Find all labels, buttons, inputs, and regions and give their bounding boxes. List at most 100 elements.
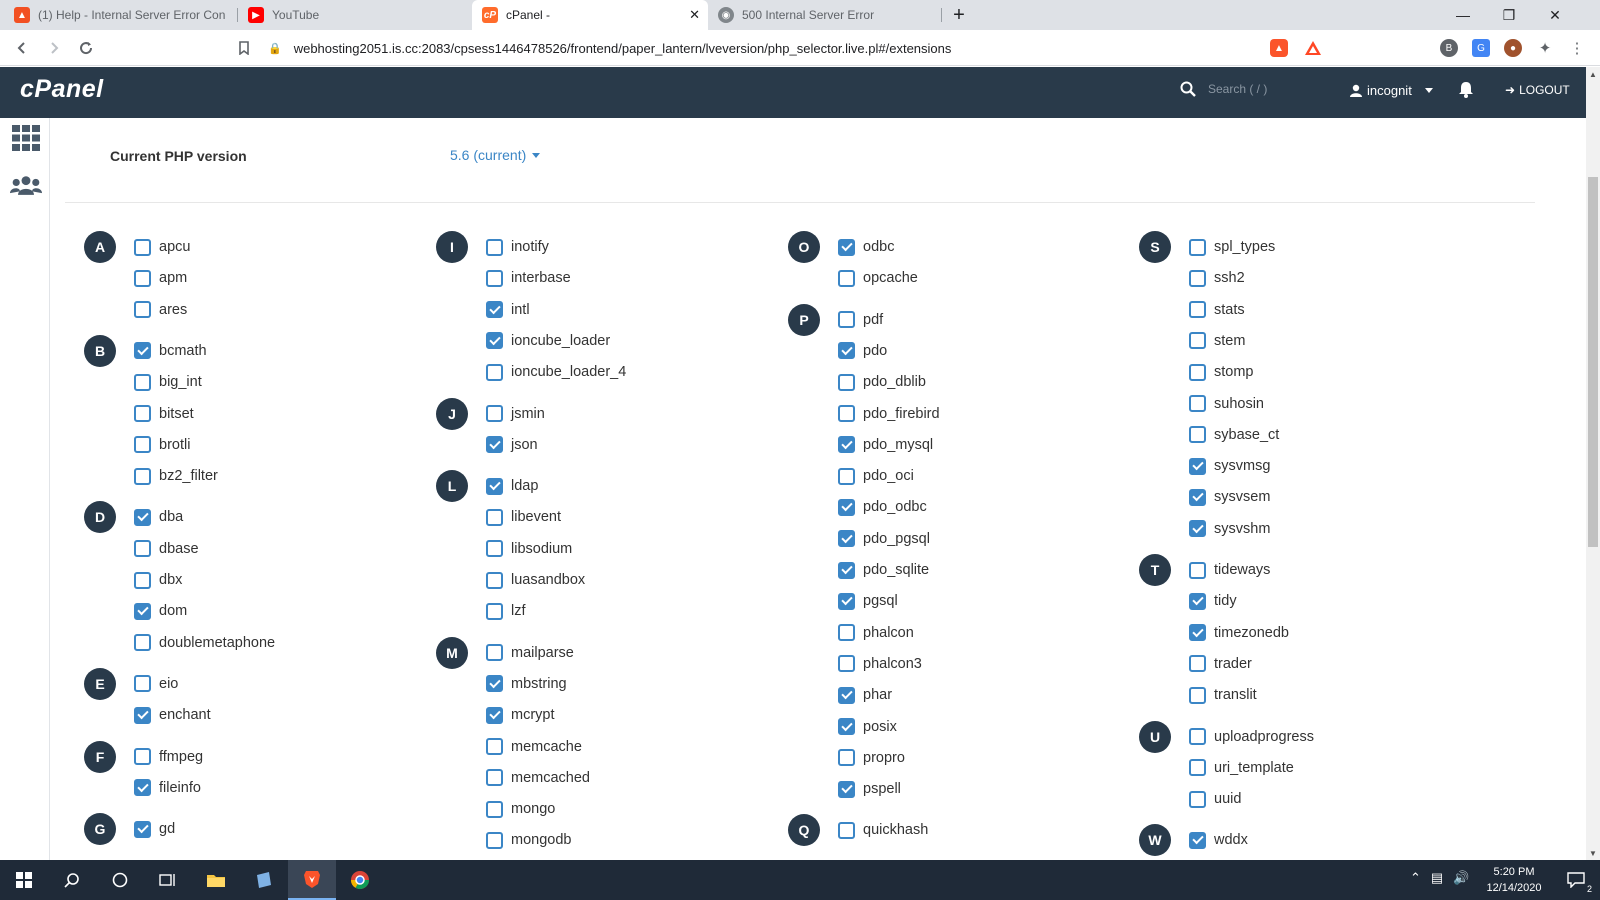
extension-checkbox[interactable] [1189, 831, 1206, 849]
extension-dbase[interactable]: dbase [134, 537, 199, 561]
extension-ssh2[interactable]: ssh2 [1189, 266, 1245, 290]
translate-icon[interactable]: G [1472, 39, 1490, 57]
new-tab-button[interactable]: + [936, 0, 982, 30]
extension-checkbox[interactable] [838, 780, 855, 798]
extension-checkbox[interactable] [486, 800, 503, 818]
extension-checkbox[interactable] [486, 831, 503, 849]
extension-propro[interactable]: propro [838, 746, 905, 770]
extension-sybase-ct[interactable]: sybase_ct [1189, 423, 1279, 447]
extension-sysvsem[interactable]: sysvsem [1189, 485, 1270, 509]
extension-libsodium[interactable]: libsodium [486, 537, 572, 561]
extension-phalcon3[interactable]: phalcon3 [838, 652, 922, 676]
extension-checkbox[interactable] [134, 748, 151, 765]
extension-checkbox[interactable] [486, 675, 503, 693]
tab-youtube[interactable]: ▶ YouTube [238, 0, 470, 30]
cortana-icon[interactable] [96, 860, 144, 900]
extension-checkbox[interactable] [838, 373, 855, 391]
extension-checkbox[interactable] [486, 301, 503, 319]
extension-quickhash[interactable]: quickhash [838, 818, 928, 842]
brave-browser-icon[interactable] [288, 860, 336, 900]
extension-big-int[interactable]: big_int [134, 370, 202, 394]
extension-checkbox[interactable] [1189, 269, 1206, 287]
extension-checkbox[interactable] [838, 655, 855, 673]
extension-checkbox[interactable] [134, 238, 151, 256]
extension-checkbox[interactable] [838, 311, 855, 329]
minimize-icon[interactable]: — [1440, 0, 1486, 30]
brave-shields-icon[interactable]: ▲ [1270, 39, 1288, 57]
cpanel-logo[interactable]: cPanel [20, 75, 104, 104]
extension-sysvmsg[interactable]: sysvmsg [1189, 454, 1270, 478]
extension-checkbox[interactable] [838, 269, 855, 287]
extension-checkbox[interactable] [1189, 426, 1206, 444]
close-icon[interactable]: ✕ [689, 7, 700, 23]
extension-checkbox[interactable] [1189, 238, 1206, 256]
extension-checkbox[interactable] [134, 301, 151, 319]
windows-start-icon[interactable] [0, 860, 48, 900]
forward-icon[interactable] [42, 36, 66, 60]
extension-checkbox[interactable] [1189, 686, 1206, 704]
extension-checkbox[interactable] [1189, 655, 1206, 673]
app-icon[interactable] [240, 860, 288, 900]
search-input[interactable] [1208, 82, 1328, 96]
network-icon[interactable]: ▤ [1431, 870, 1443, 886]
extension-checkbox[interactable] [134, 571, 151, 589]
puzzle-icon[interactable]: ✦ [1536, 39, 1554, 57]
maximize-icon[interactable]: ❐ [1486, 0, 1532, 30]
extension-libevent[interactable]: libevent [486, 505, 561, 529]
extension-checkbox[interactable] [1189, 759, 1206, 777]
extension-checkbox[interactable] [838, 821, 855, 839]
extension-pdo-dblib[interactable]: pdo_dblib [838, 370, 926, 394]
extension-checkbox[interactable] [486, 269, 503, 287]
task-view-icon[interactable] [144, 860, 192, 900]
users-icon[interactable] [10, 170, 42, 202]
extension-memcached[interactable]: memcached [486, 766, 590, 790]
extension-checkbox[interactable] [134, 269, 151, 287]
extension-checkbox[interactable] [486, 738, 503, 755]
tab-help[interactable]: ▲ (1) Help - Internal Server Error Conne [4, 0, 236, 30]
extension-opcache[interactable]: opcache [838, 266, 918, 290]
extension-enchant[interactable]: enchant [134, 703, 211, 727]
extension-ldap[interactable]: ldap [486, 474, 538, 498]
extension-fileinfo[interactable]: fileinfo [134, 776, 201, 800]
extension-tideways[interactable]: tideways [1189, 558, 1270, 582]
extension-stats[interactable]: stats [1189, 298, 1245, 322]
extension-checkbox[interactable] [134, 405, 151, 422]
extension-checkbox[interactable] [838, 592, 855, 610]
extension-checkbox[interactable] [838, 561, 855, 579]
extension-checkbox[interactable] [1189, 520, 1206, 538]
extension-checkbox[interactable] [134, 540, 151, 558]
extension-mongodb[interactable]: mongodb [486, 828, 571, 852]
file-explorer-icon[interactable] [192, 860, 240, 900]
cookie-icon[interactable]: ● [1504, 39, 1522, 57]
extension-checkbox[interactable] [838, 342, 855, 360]
extension-checkbox[interactable] [1189, 457, 1206, 475]
extension-checkbox[interactable] [486, 436, 503, 454]
extension-checkbox[interactable] [1189, 790, 1206, 808]
vertical-scrollbar[interactable]: ▲ ▼ [1586, 67, 1600, 860]
extension-dba[interactable]: dba [134, 505, 183, 529]
extension-checkbox[interactable] [1189, 488, 1206, 506]
extension-checkbox[interactable] [486, 644, 503, 662]
search-box[interactable] [1180, 81, 1328, 97]
extension-checkbox[interactable] [838, 718, 855, 735]
extension-checkbox[interactable] [1189, 395, 1206, 412]
extension-json[interactable]: json [486, 433, 538, 457]
extension-pdo-firebird[interactable]: pdo_firebird [838, 402, 940, 426]
bookmark-icon[interactable] [232, 36, 256, 60]
extension-dom[interactable]: dom [134, 599, 187, 623]
extension-pdo[interactable]: pdo [838, 339, 887, 363]
extension-checkbox[interactable] [838, 405, 855, 422]
extension-checkbox[interactable] [486, 508, 503, 526]
extension-checkbox[interactable] [838, 749, 855, 767]
extension-checkbox[interactable] [838, 498, 855, 516]
extension-apcu[interactable]: apcu [134, 235, 190, 259]
extension-eio[interactable]: eio [134, 672, 178, 696]
tab-cpanel[interactable]: cP cPanel - ✕ [472, 0, 708, 30]
volume-icon[interactable]: 🔊 [1453, 870, 1469, 886]
extension-checkbox[interactable] [1189, 363, 1206, 381]
user-menu[interactable]: incognit [1350, 83, 1433, 98]
extension-checkbox[interactable] [486, 571, 503, 589]
extension-doublemetaphone[interactable]: doublemetaphone [134, 631, 275, 655]
scrollbar-thumb[interactable] [1588, 177, 1598, 547]
extension-checkbox[interactable] [486, 706, 503, 724]
